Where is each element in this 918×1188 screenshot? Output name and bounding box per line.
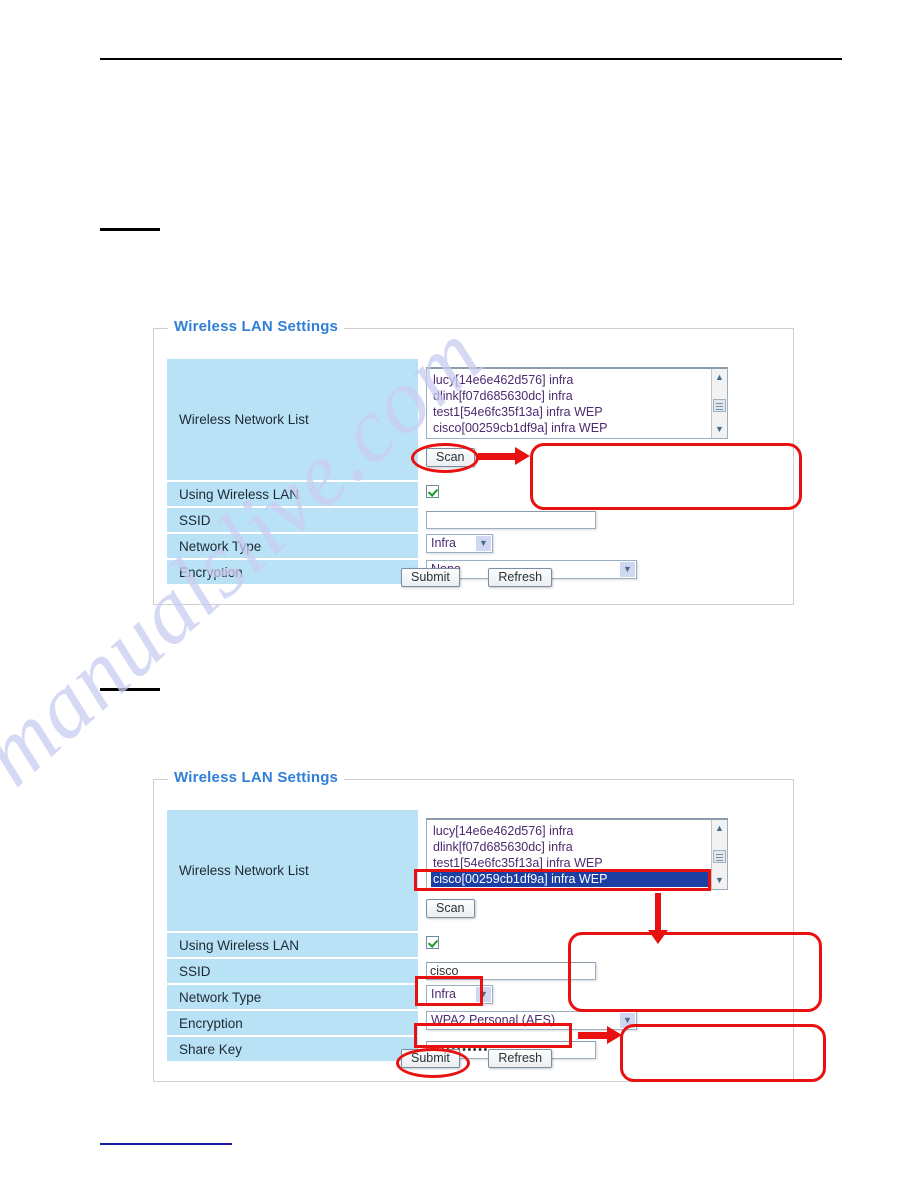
- scroll-down-arrow-icon[interactable]: ▼: [713, 874, 726, 887]
- annotation-callout-2: [568, 932, 822, 1012]
- list-item[interactable]: dlink[f07d685630dc] infra: [431, 388, 727, 404]
- list-item[interactable]: test1[54e6fc35f13a] infra WEP: [431, 404, 727, 420]
- annotation-box-selected-network: [414, 869, 711, 891]
- annotation-callout-1: [530, 443, 802, 510]
- redacted-heading-2: [100, 688, 160, 691]
- network-type-value: Infra: [431, 536, 457, 550]
- listbox-scrollbar[interactable]: ▲ ▼: [711, 820, 727, 889]
- panel-1-action-buttons: Submit Refresh: [401, 568, 553, 587]
- annotation-ellipse-scan: [411, 443, 479, 473]
- panel-2-legend: Wireless LAN Settings: [168, 769, 345, 786]
- annotation-arrow-to-callout-1: [478, 447, 530, 465]
- label-ssid: SSID: [167, 507, 418, 534]
- label-encryption: Encryption: [167, 559, 418, 586]
- table-row-network-type: Network Type Infra ▼: [167, 533, 728, 560]
- ssid-input[interactable]: [426, 511, 596, 529]
- label-network-type: Network Type: [167, 984, 418, 1011]
- label-wireless-network-list: Wireless Network List: [167, 810, 418, 933]
- table-row-ssid: SSID: [167, 507, 728, 534]
- listbox-items: lucy[14e6e462d576] infra dlink[f07d68563…: [427, 369, 727, 436]
- label-encryption: Encryption: [167, 1010, 418, 1037]
- label-wireless-network-list: Wireless Network List: [167, 359, 418, 482]
- list-item[interactable]: lucy[14e6e462d576] infra: [431, 372, 727, 388]
- label-using-wireless-lan: Using Wireless LAN: [167, 932, 418, 959]
- network-type-select[interactable]: Infra ▼: [426, 534, 493, 553]
- list-item[interactable]: dlink[f07d685630dc] infra: [431, 839, 727, 855]
- scroll-down-arrow-icon[interactable]: ▼: [713, 423, 726, 436]
- redacted-footer-link: [100, 1143, 232, 1145]
- annotation-box-share-key: [414, 1023, 572, 1048]
- scroll-up-arrow-icon[interactable]: ▲: [713, 822, 726, 835]
- annotation-box-network-type: [415, 976, 483, 1006]
- using-wireless-lan-checkbox[interactable]: [426, 485, 439, 498]
- refresh-button[interactable]: Refresh: [488, 568, 553, 587]
- listbox-scrollbar[interactable]: ▲ ▼: [711, 369, 727, 438]
- label-network-type: Network Type: [167, 533, 418, 560]
- annotation-arrow-to-callout-3: [578, 1026, 622, 1044]
- panel-1-legend: Wireless LAN Settings: [168, 318, 345, 335]
- scan-button[interactable]: Scan: [426, 899, 475, 918]
- using-wireless-lan-checkbox[interactable]: [426, 936, 439, 949]
- label-share-key: Share Key: [167, 1036, 418, 1063]
- list-item[interactable]: lucy[14e6e462d576] infra: [431, 823, 727, 839]
- cell-ssid: [418, 507, 728, 533]
- annotation-callout-3: [620, 1024, 826, 1082]
- page-header-rule: [100, 58, 842, 60]
- redacted-heading-1: [100, 228, 160, 231]
- scrollbar-thumb[interactable]: [713, 399, 726, 412]
- wireless-network-listbox[interactable]: lucy[14e6e462d576] infra dlink[f07d68563…: [426, 367, 728, 439]
- refresh-button[interactable]: Refresh: [488, 1049, 553, 1068]
- chevron-down-icon[interactable]: ▼: [620, 562, 635, 577]
- submit-button[interactable]: Submit: [401, 568, 460, 587]
- scroll-up-arrow-icon[interactable]: ▲: [713, 371, 726, 384]
- label-ssid: SSID: [167, 958, 418, 985]
- list-item[interactable]: cisco[00259cb1df9a] infra WEP: [431, 420, 727, 436]
- annotation-ellipse-submit: [396, 1048, 470, 1078]
- annotation-arrow-to-callout-2: [648, 893, 668, 944]
- scrollbar-thumb[interactable]: [713, 850, 726, 863]
- cell-network-type: Infra ▼: [418, 533, 728, 559]
- label-using-wireless-lan: Using Wireless LAN: [167, 481, 418, 508]
- chevron-down-icon[interactable]: ▼: [476, 536, 491, 551]
